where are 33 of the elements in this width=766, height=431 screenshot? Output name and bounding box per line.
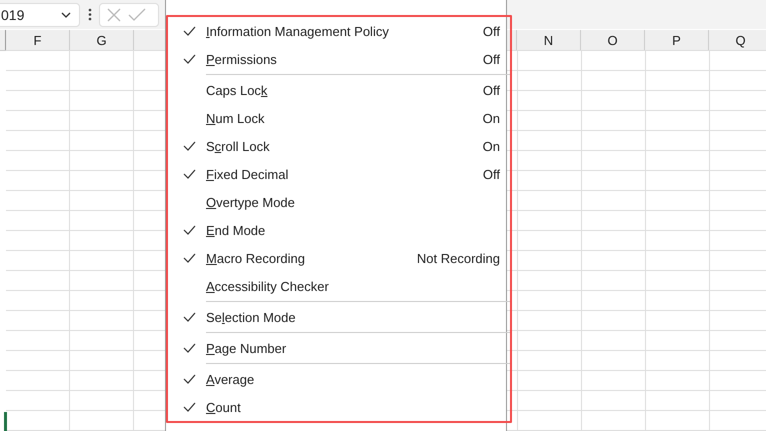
more-options-icon[interactable]: [88, 8, 92, 21]
menu-item[interactable]: Accessibility Checker: [168, 272, 504, 300]
column-header[interactable]: N: [517, 30, 581, 50]
column-header[interactable]: Q: [709, 30, 766, 50]
active-cell-marker: [4, 412, 7, 431]
status-value: Off: [482, 82, 500, 98]
check-icon[interactable]: [128, 8, 146, 22]
status-value: On: [482, 110, 500, 126]
menu-item[interactable]: Count: [168, 393, 504, 421]
menu-item[interactable]: Page Number: [168, 334, 504, 362]
menu-item[interactable]: Overtype Mode: [168, 188, 504, 216]
status-value: Off: [482, 166, 500, 182]
status-value: Off: [482, 52, 500, 66]
menu-item[interactable]: Fixed Decimal Off: [168, 160, 504, 188]
status-value: Not Recording: [416, 250, 500, 266]
status-value: Off: [482, 24, 500, 38]
column-header[interactable]: P: [645, 30, 709, 50]
menu-item[interactable]: Scroll Lock On: [168, 132, 504, 160]
menu-item[interactable]: Information Management Policy Off: [168, 17, 504, 45]
cancel-icon[interactable]: [106, 6, 122, 22]
menu-item[interactable]: Macro Recording Not Recording: [168, 244, 504, 272]
menu-item[interactable]: Num Lock On: [168, 104, 504, 132]
column-header[interactable]: G: [70, 30, 134, 50]
column-header[interactable]: O: [581, 30, 645, 50]
menu-item[interactable]: Caps Lock Off: [168, 76, 504, 104]
name-box[interactable]: 019: [0, 2, 80, 26]
status-value: On: [482, 138, 500, 154]
menu-item[interactable]: Average: [168, 365, 504, 393]
menu-item[interactable]: Selection Mode: [168, 303, 504, 331]
caret-icon: [61, 12, 71, 18]
menu-item[interactable]: End Mode: [168, 216, 504, 244]
column-header[interactable]: F: [6, 30, 70, 50]
menu-item[interactable]: Permissions Off: [168, 45, 504, 73]
